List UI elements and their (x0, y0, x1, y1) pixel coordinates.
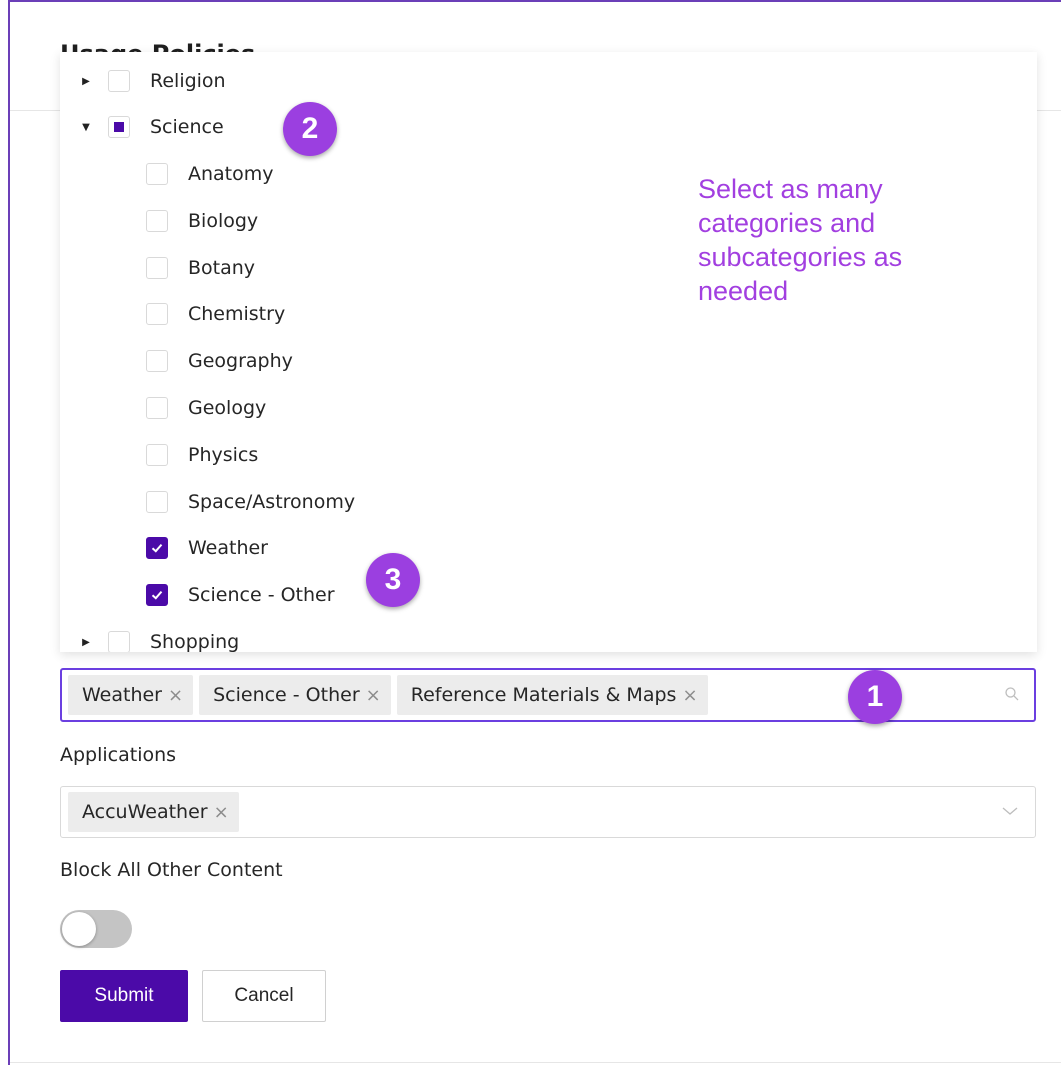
tree-item-shopping[interactable]: ▶ Shopping (60, 622, 239, 652)
check-icon (151, 543, 163, 553)
tree-item-science-other[interactable]: Science - Other (146, 575, 335, 615)
checkbox[interactable] (146, 444, 168, 466)
tree-item-biology[interactable]: Biology (146, 201, 258, 241)
remove-tag-icon[interactable]: × (366, 685, 381, 706)
tag-label: Reference Materials & Maps (410, 684, 677, 706)
tree-item-space-astronomy[interactable]: Space/Astronomy (146, 482, 355, 522)
window-border-top (8, 0, 1061, 2)
remove-tag-icon[interactable]: × (214, 802, 229, 823)
tree-item-label: Physics (188, 444, 259, 466)
checkbox-checked[interactable] (146, 537, 168, 559)
chevron-down-icon[interactable] (1001, 805, 1019, 817)
checkbox[interactable] (108, 631, 130, 652)
tree-item-label: Botany (188, 257, 256, 279)
checkbox[interactable] (146, 210, 168, 232)
remove-tag-icon[interactable]: × (168, 685, 183, 706)
remove-tag-icon[interactable]: × (682, 685, 697, 706)
tree-item-label: Geography (188, 350, 293, 372)
tree-item-science[interactable]: ▼ Science (60, 107, 224, 147)
block-all-label: Block All Other Content (60, 859, 283, 881)
tree-item-chemistry[interactable]: Chemistry (146, 294, 285, 334)
checkbox[interactable] (108, 70, 130, 92)
step-badge-2: 2 (283, 102, 337, 156)
window-border-left (8, 0, 10, 1065)
tree-item-label: Shopping (150, 631, 240, 652)
search-icon (1005, 687, 1019, 701)
step-badge-1: 1 (848, 670, 902, 724)
tree-item-label: Chemistry (188, 303, 286, 325)
tree-item-label: Science (150, 116, 224, 138)
caret-right-icon[interactable]: ▶ (76, 76, 96, 87)
tag-label: AccuWeather (82, 801, 208, 823)
tag-label: Science - Other (213, 684, 360, 706)
tree-item-physics[interactable]: Physics (146, 435, 258, 475)
applications-select[interactable]: AccuWeather × (60, 786, 1036, 838)
caret-down-icon[interactable]: ▼ (76, 122, 96, 133)
checkbox[interactable] (146, 397, 168, 419)
tree-item-label: Space/Astronomy (188, 491, 356, 513)
selected-tag: AccuWeather × (68, 792, 239, 832)
cancel-button[interactable]: Cancel (202, 970, 326, 1022)
tree-item-label: Religion (150, 70, 226, 92)
checkbox[interactable] (146, 257, 168, 279)
tree-item-label: Geology (188, 397, 267, 419)
tree-item-weather[interactable]: Weather (146, 528, 268, 568)
checkbox[interactable] (146, 350, 168, 372)
caret-right-icon[interactable]: ▶ (76, 637, 96, 648)
instruction-annotation: Select as many categories and subcategor… (698, 174, 903, 306)
step-badge-3: 3 (366, 553, 420, 607)
block-all-toggle[interactable] (60, 910, 132, 948)
submit-button[interactable]: Submit (60, 970, 188, 1022)
tree-item-anatomy[interactable]: Anatomy (146, 154, 274, 194)
checkbox-indeterminate[interactable] (108, 116, 130, 138)
tree-item-botany[interactable]: Botany (146, 248, 255, 288)
applications-label: Applications (60, 744, 177, 766)
tree-item-geography[interactable]: Geography (146, 341, 293, 381)
category-tree-dropdown: ▶ Religion ▼ Science Anatomy Biology Bot… (60, 52, 1037, 652)
selected-tag: Reference Materials & Maps × (396, 675, 708, 715)
checkbox[interactable] (146, 491, 168, 513)
tree-item-label: Anatomy (188, 163, 274, 185)
tree-item-label: Science - Other (188, 584, 335, 606)
footer-divider (10, 1062, 1061, 1063)
tree-item-religion[interactable]: ▶ Religion (60, 61, 226, 101)
tree-item-label: Weather (188, 537, 268, 559)
selected-tag: Science - Other × (199, 675, 391, 715)
tag-label: Weather (82, 684, 162, 706)
check-icon (151, 590, 163, 600)
tree-item-geology[interactable]: Geology (146, 388, 266, 428)
selected-tag: Weather × (68, 675, 194, 715)
toggle-knob (62, 912, 96, 946)
checkbox[interactable] (146, 303, 168, 325)
checkbox[interactable] (146, 163, 168, 185)
checkbox-checked[interactable] (146, 584, 168, 606)
tree-item-label: Biology (188, 210, 259, 232)
